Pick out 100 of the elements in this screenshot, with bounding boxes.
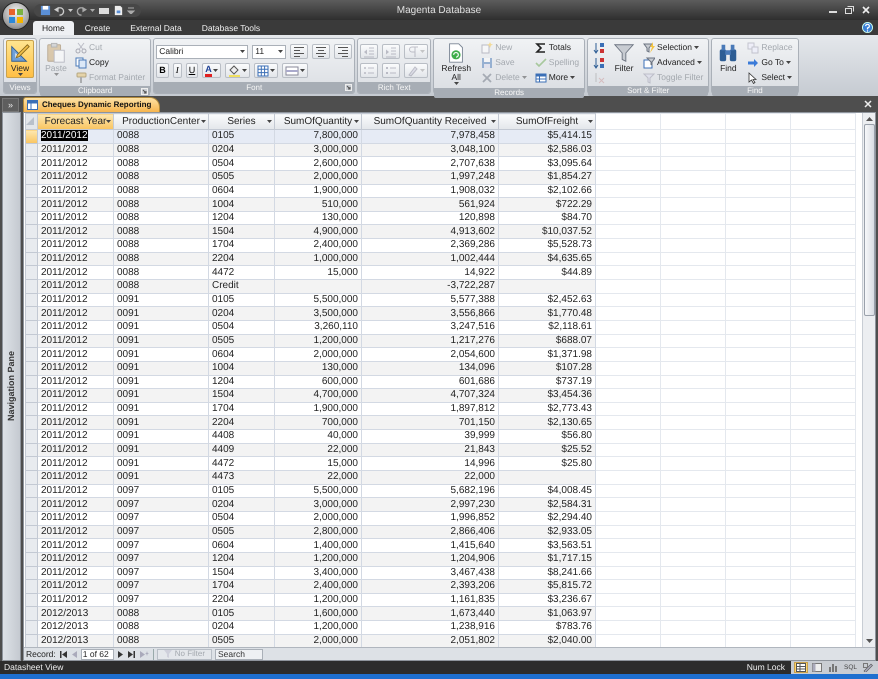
pivottable-view-button[interactable] (810, 662, 824, 673)
ribbon-button[interactable]: More (532, 70, 582, 85)
table-cell: $3,095.64 (498, 156, 596, 170)
row-selector[interactable] (26, 606, 38, 621)
caret-icon (420, 50, 426, 53)
row-selector[interactable] (26, 525, 38, 539)
scroll-thumb[interactable] (864, 124, 874, 316)
table-cell: 0088 (114, 224, 208, 239)
ribbon-button[interactable]: Go To (744, 55, 796, 70)
row-selector[interactable] (26, 211, 38, 225)
fill-color-button[interactable] (224, 63, 250, 78)
record-nav-button[interactable] (58, 648, 68, 660)
row-selector[interactable] (26, 511, 38, 526)
row-selector[interactable] (26, 580, 38, 594)
ribbon-button[interactable]: Selection (640, 40, 706, 55)
group-label: Rich Text (378, 82, 411, 92)
rich-text-button[interactable] (382, 63, 400, 78)
row-selector[interactable] (26, 416, 38, 430)
ribbon-button[interactable]: Copy (72, 55, 148, 70)
row-selector[interactable] (26, 306, 38, 320)
column-header[interactable]: Series (208, 114, 274, 130)
record-nav-button[interactable] (126, 648, 136, 660)
row-selector[interactable] (26, 198, 38, 212)
datasheet-view-button[interactable] (794, 662, 808, 673)
font-color-button[interactable]: A (202, 63, 221, 78)
align-center-button[interactable] (312, 44, 330, 59)
column-header[interactable]: ProductionCenter (114, 114, 208, 130)
row-selector[interactable] (26, 402, 38, 416)
font-size-field[interactable]: 11 (252, 44, 286, 58)
row-selector[interactable] (26, 320, 38, 334)
design-view-button[interactable] (861, 662, 875, 673)
font-name-field[interactable]: Calibri (156, 44, 248, 58)
redo-icon (76, 4, 87, 16)
row-selector[interactable] (26, 156, 38, 170)
ribbon-button[interactable]: Filter (610, 40, 638, 75)
row-selector[interactable] (26, 498, 38, 512)
record-nav-button[interactable] (116, 648, 124, 660)
select-all-button[interactable] (26, 114, 38, 130)
row-selector[interactable] (26, 184, 38, 198)
column-header[interactable]: SumOfFreight (498, 114, 596, 130)
ribbon-button[interactable]: Select (744, 70, 796, 85)
row-selector[interactable] (26, 293, 38, 307)
rich-text-button[interactable] (360, 63, 378, 78)
table-cell: 2011/2012 (38, 498, 114, 512)
row-selector[interactable] (26, 593, 38, 607)
rich-text-button[interactable] (360, 44, 378, 59)
navigation-pane[interactable]: Navigation Pane (2, 112, 21, 661)
row-selector[interactable] (26, 130, 38, 144)
row-selector[interactable] (26, 361, 38, 376)
record-position-field[interactable]: 1 of 62 (80, 648, 114, 660)
row-selector[interactable] (26, 430, 38, 444)
navigation-pane-toggle[interactable]: » (2, 98, 19, 112)
gridlines-button[interactable] (254, 63, 278, 78)
row-selector[interactable] (26, 456, 38, 471)
row-selector[interactable] (26, 280, 38, 294)
group-label: Find (747, 86, 763, 96)
search-field[interactable]: Search (215, 648, 263, 660)
document-tab[interactable]: Cheques Dynamic Reporting (23, 97, 160, 112)
row-selector[interactable] (26, 620, 38, 634)
style-button[interactable]: B (156, 63, 169, 78)
ribbon-button[interactable]: View (6, 40, 34, 78)
row-selector[interactable] (26, 252, 38, 266)
row-selector[interactable] (26, 552, 38, 566)
row-selector[interactable] (26, 484, 38, 498)
ribbon-tab[interactable]: Create (76, 21, 120, 35)
align-left-button[interactable] (290, 44, 308, 59)
row-selector[interactable] (26, 224, 38, 239)
row-selector[interactable] (26, 634, 38, 647)
row-selector[interactable] (26, 470, 38, 484)
row-selector[interactable] (26, 388, 38, 402)
ribbon-button[interactable]: Totals (532, 40, 582, 55)
row-selector[interactable] (26, 443, 38, 457)
row-selector[interactable] (26, 170, 38, 184)
ribbon-tab[interactable]: External Data (121, 21, 191, 35)
ribbon-tab[interactable]: Home (33, 21, 74, 35)
column-header[interactable]: SumOfQuantity Received (362, 114, 498, 130)
column-header[interactable]: Forecast Year (38, 114, 114, 130)
alternate-fill-button[interactable] (282, 63, 308, 78)
align-right-button[interactable] (334, 44, 352, 59)
row-selector[interactable] (26, 348, 38, 362)
row-selector[interactable] (26, 143, 38, 157)
vertical-scrollbar[interactable] (862, 113, 875, 647)
row-selector[interactable] (26, 566, 38, 580)
style-button[interactable]: U (186, 63, 198, 78)
row-selector[interactable] (26, 334, 38, 348)
ribbon-button[interactable]: Refresh All (436, 40, 476, 87)
ribbon-tab[interactable]: Database Tools (192, 21, 270, 35)
row-selector[interactable] (26, 238, 38, 252)
office-button[interactable] (2, 2, 30, 30)
table-cell: 2,054,600 (362, 348, 498, 362)
style-button[interactable]: I (172, 63, 182, 78)
rich-text-button[interactable] (404, 44, 428, 59)
rich-text-button[interactable] (382, 44, 400, 59)
row-selector[interactable] (26, 375, 38, 389)
ribbon-button[interactable]: Advanced (640, 55, 706, 70)
rich-text-button[interactable] (404, 63, 428, 78)
column-header[interactable]: SumOfQuantity (274, 114, 362, 130)
row-selector[interactable] (26, 538, 38, 552)
row-selector[interactable] (26, 266, 38, 280)
ribbon-button[interactable]: Find (714, 40, 742, 75)
